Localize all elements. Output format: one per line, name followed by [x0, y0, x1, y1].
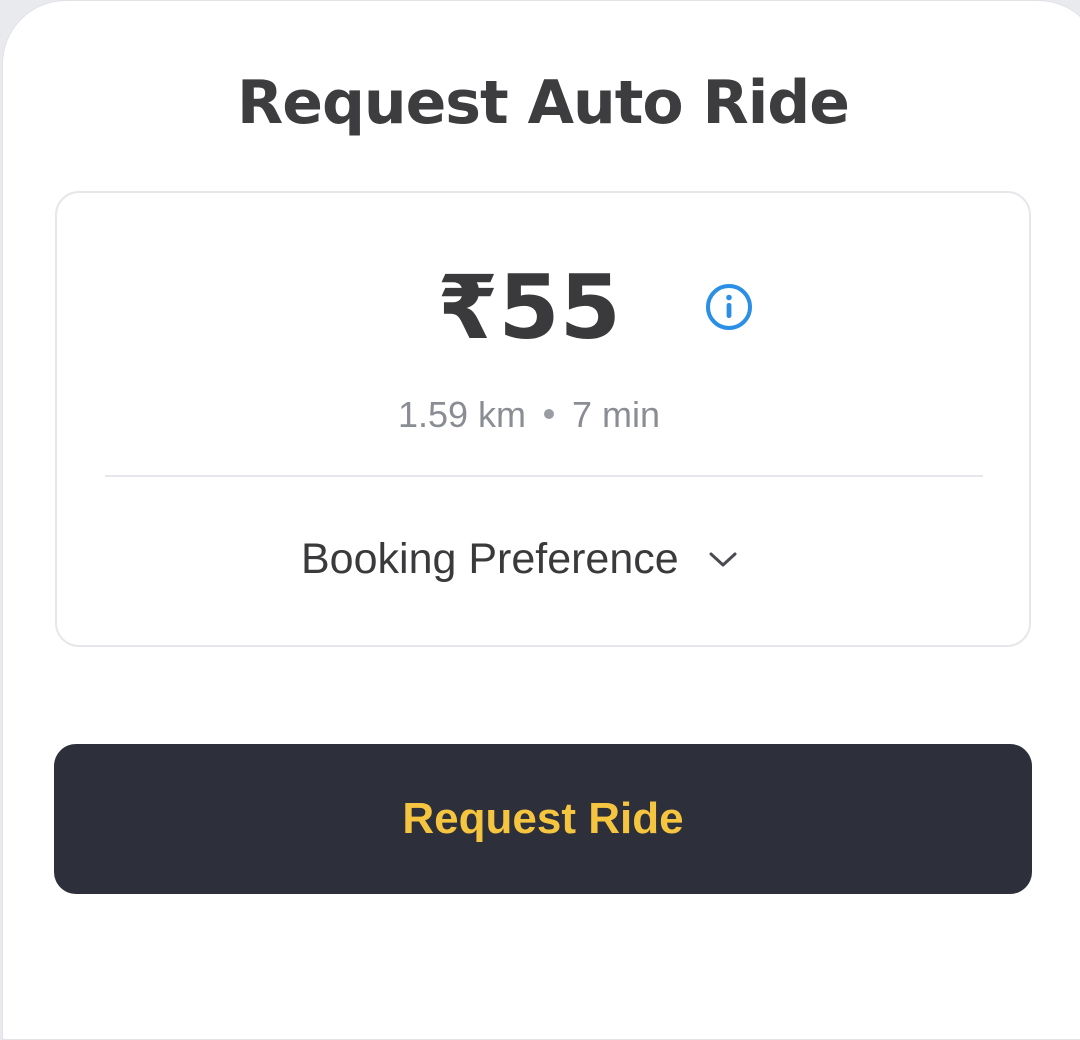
bottom-sheet: Request Auto Ride ₹55 1.59 km 7 min Booki…: [2, 0, 1080, 1040]
separator-dot: [544, 409, 555, 420]
booking-preference-label: Booking Preference: [301, 534, 679, 583]
request-ride-label: Request Ride: [402, 794, 684, 843]
fare-card: ₹55 1.59 km 7 min Booking Preference: [55, 191, 1031, 647]
divider: [105, 475, 983, 477]
trip-duration: 7 min: [572, 394, 661, 435]
booking-preference-dropdown[interactable]: Booking Preference: [301, 529, 739, 589]
request-ride-button[interactable]: Request Ride: [54, 744, 1032, 894]
trip-meta: 1.59 km 7 min: [57, 393, 1001, 437]
info-icon[interactable]: [704, 282, 754, 332]
page-title: Request Auto Ride: [237, 68, 850, 138]
fare-amount: ₹55: [437, 256, 621, 359]
chevron-down-icon: [707, 543, 739, 575]
trip-distance: 1.59 km: [397, 394, 527, 435]
